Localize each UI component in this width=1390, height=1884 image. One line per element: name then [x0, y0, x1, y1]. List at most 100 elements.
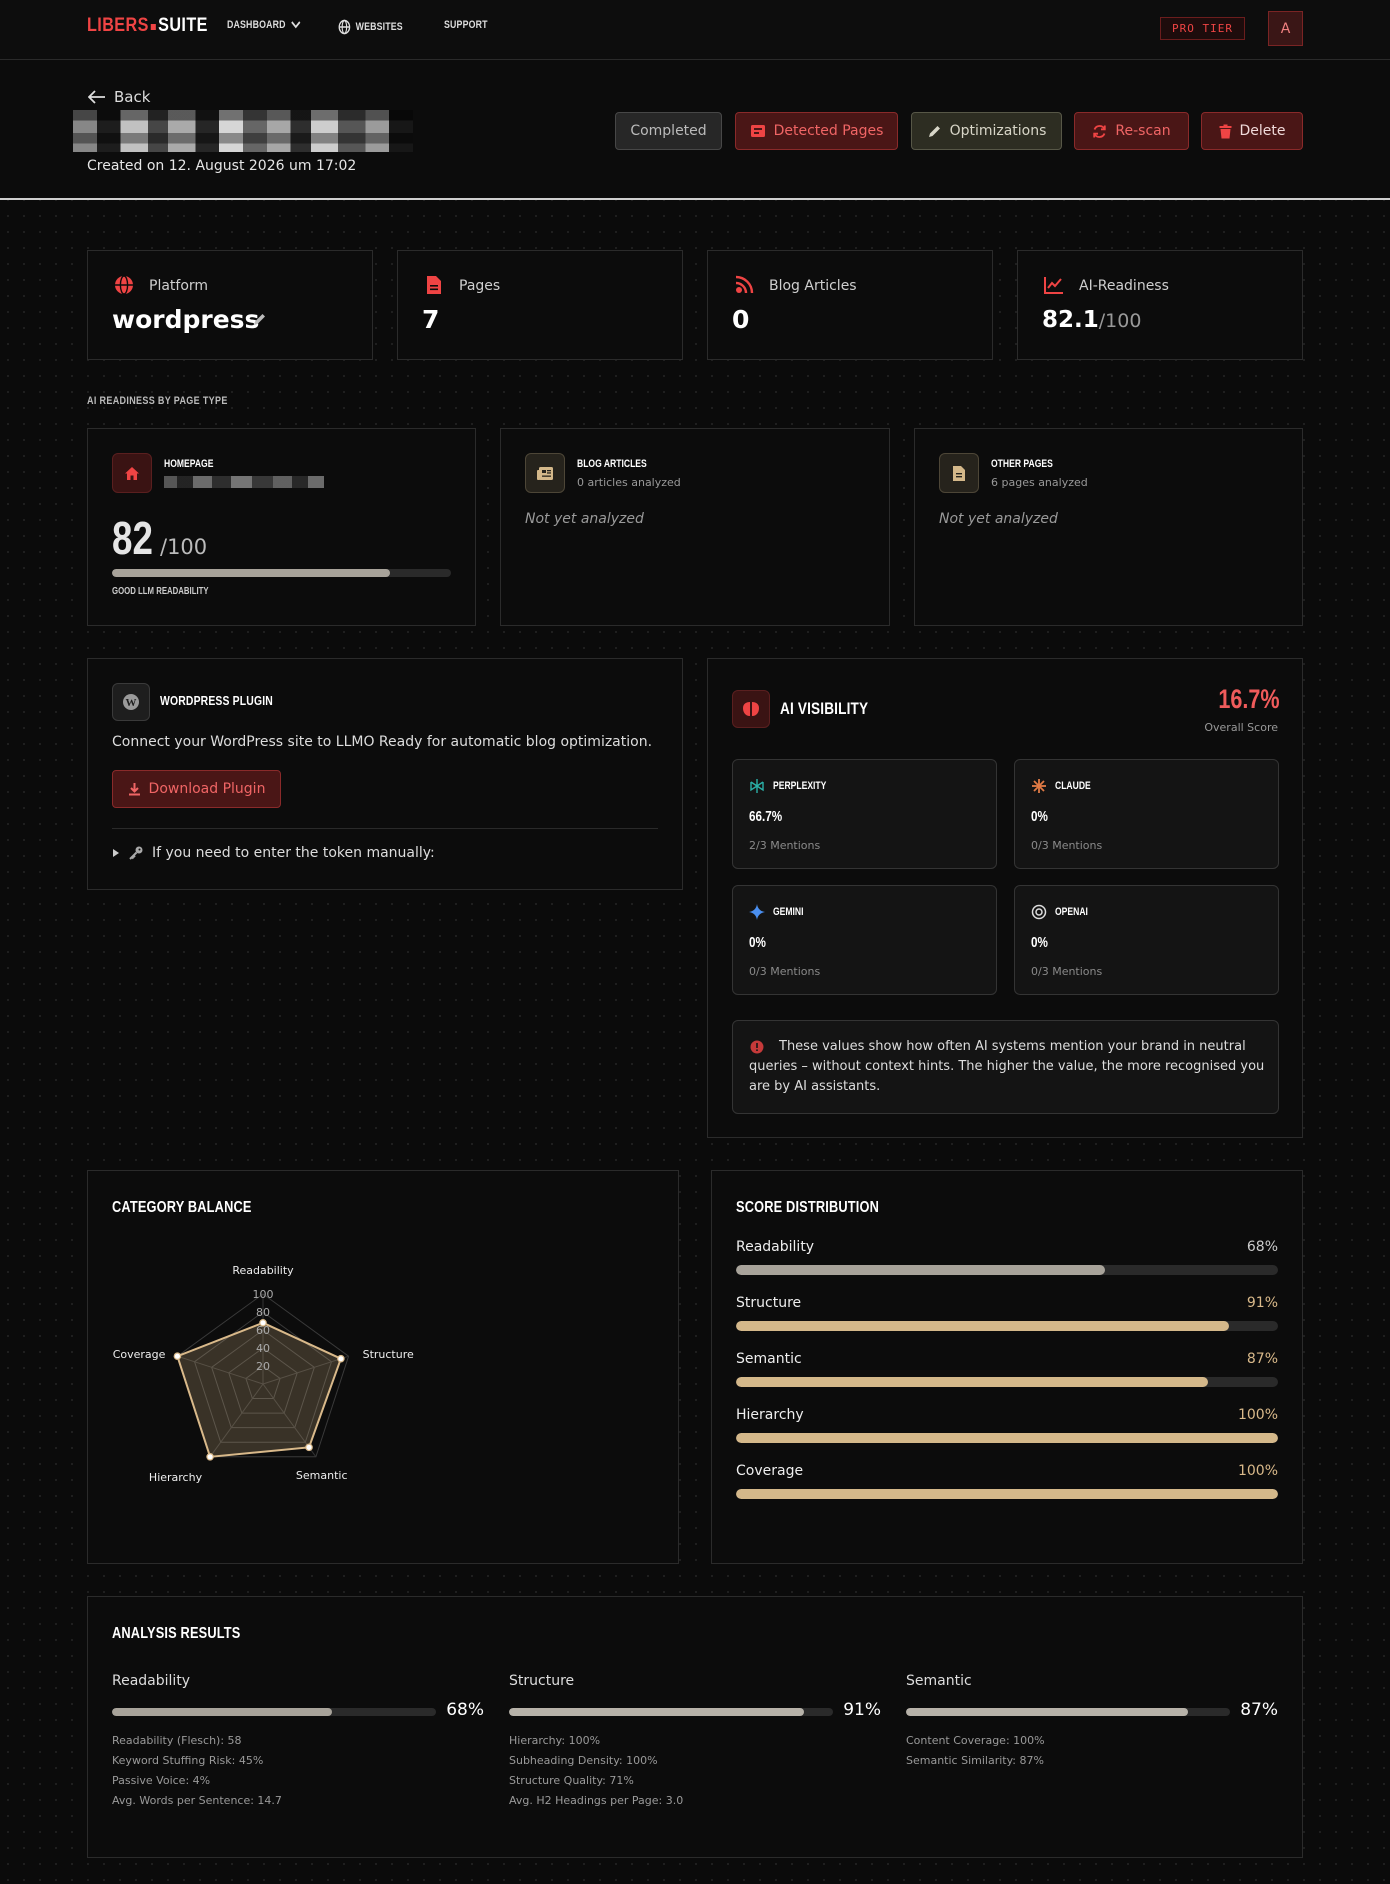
- other-pages-title: OTHER PAGES: [991, 458, 1053, 470]
- nav-websites[interactable]: WEBSITES: [338, 19, 403, 35]
- overall-score-label: Overall Score: [1204, 721, 1278, 734]
- score-row-track: [736, 1321, 1278, 1331]
- other-pages-card[interactable]: OTHER PAGES 6 pages analyzed Not yet ana…: [914, 428, 1303, 626]
- svg-text:W: W: [126, 697, 137, 709]
- openai-name: OPENAI: [1055, 906, 1088, 918]
- score-row-semantic: Semantic 87%: [736, 1351, 1278, 1391]
- nav-websites-label: WEBSITES: [355, 21, 403, 33]
- score-row-label: Structure: [736, 1295, 802, 1311]
- analysis-column-semantic: Semantic 87% Content Coverage: 100% Semanti…: [906, 1673, 1278, 1843]
- claude-card: CLAUDE 0% 0/3 Mentions: [1014, 759, 1279, 869]
- score-row-readability: Readability 68%: [736, 1239, 1278, 1279]
- pages-card: Pages 7: [397, 250, 683, 360]
- gemini-icon: [749, 904, 765, 920]
- optimizations-button[interactable]: Optimizations: [911, 112, 1062, 150]
- other-pages-status: Not yet analyzed: [939, 511, 1058, 527]
- claude-mentions: 0/3 Mentions: [1031, 839, 1103, 852]
- analysis-detail-line: Content Coverage: 100%: [906, 1734, 1045, 1747]
- analysis-detail-line: Semantic Similarity: 87%: [906, 1754, 1044, 1767]
- back-link[interactable]: Back: [88, 88, 150, 106]
- home-icon-box: [112, 453, 152, 493]
- brand-logo[interactable]: LIBERS SUITE: [87, 15, 208, 37]
- homepage-score-suffix: /100: [160, 535, 208, 559]
- analysis-detail-line: Keyword Stuffing Risk: 45%: [112, 1754, 264, 1767]
- logo-text-secondary: SUITE: [158, 15, 208, 36]
- chevron-down-icon: [291, 21, 301, 29]
- delete-button[interactable]: Delete: [1201, 112, 1303, 150]
- blog-articles-value: 0: [732, 305, 750, 334]
- analysis-column-readability: Readability 68% Readability (Flesch): 58 Ke…: [112, 1673, 484, 1843]
- analysis-detail-line: Subheading Density: 100%: [509, 1754, 658, 1767]
- score-row-fill: [736, 1489, 1278, 1499]
- rss-icon: [735, 275, 754, 294]
- delete-label: Delete: [1239, 123, 1286, 139]
- caret-right-icon: [113, 849, 119, 857]
- score-row-track: [736, 1489, 1278, 1499]
- openai-icon: [1031, 904, 1047, 920]
- analysis-detail-line: Avg. H2 Headings per Page: 3.0: [509, 1794, 684, 1807]
- score-row-percentage: 91%: [1246, 1295, 1278, 1311]
- line-chart-icon: [1044, 277, 1063, 294]
- ai-visibility-info-text: These values show how often AI systems m…: [749, 1039, 1265, 1094]
- download-plugin-button[interactable]: Download Plugin: [112, 770, 281, 808]
- analysis-column-label: Structure: [509, 1673, 575, 1689]
- blog-type-status: Not yet analyzed: [525, 511, 644, 527]
- radar-point: [206, 1453, 214, 1461]
- wordpress-plugin-card: W WORDPRESS PLUGIN Connect your WordPres…: [87, 658, 683, 890]
- gemini-mentions: 0/3 Mentions: [749, 965, 821, 978]
- blog-articles-card: Blog Articles 0: [707, 250, 993, 360]
- perplexity-icon: [750, 779, 764, 793]
- analysis-column-fill: [906, 1708, 1188, 1716]
- radar-point: [305, 1443, 313, 1452]
- token-toggle-label: If you need to enter the token manually:: [152, 845, 435, 861]
- score-row-hierarchy: Hierarchy 100%: [736, 1407, 1278, 1447]
- arrow-left-icon: [88, 90, 105, 104]
- analysis-detail-line: Structure Quality: 71%: [509, 1774, 634, 1787]
- brain-icon: [743, 702, 759, 716]
- score-row-fill: [736, 1377, 1208, 1387]
- openai-card: OPENAI 0% 0/3 Mentions: [1014, 885, 1279, 995]
- download-icon: [128, 783, 140, 796]
- user-avatar[interactable]: A: [1268, 11, 1303, 46]
- plugin-divider: [112, 828, 658, 829]
- download-plugin-label: Download Plugin: [148, 781, 266, 797]
- score-row-track: [736, 1433, 1278, 1443]
- analysis-detail-line: Passive Voice: 4%: [112, 1774, 211, 1787]
- completed-status-button[interactable]: Completed: [615, 112, 722, 150]
- blog-articles-type-card[interactable]: BLOG ARTICLES 0 articles analyzed Not ye…: [500, 428, 890, 626]
- ai-readiness-label: AI-Readiness: [1079, 278, 1169, 294]
- score-row-label: Semantic: [736, 1351, 802, 1367]
- perplexity-name: PERPLEXITY: [773, 780, 827, 792]
- score-row-percentage: 100%: [1237, 1407, 1278, 1423]
- rescan-button[interactable]: Re-scan: [1074, 112, 1189, 150]
- homepage-card[interactable]: HOMEPAGE 82 /100 GOOD LLM READABILITY: [87, 428, 476, 626]
- analysis-results-title: ANALYSIS RESULTS: [112, 1625, 241, 1642]
- back-label: Back: [114, 88, 151, 106]
- platform-card: Platform wordpress: [87, 250, 373, 360]
- radar-axis-label: Structure: [363, 1348, 414, 1361]
- claude-percentage: 0%: [1031, 808, 1048, 825]
- token-disclosure-toggle[interactable]: If you need to enter the token manually:: [112, 845, 435, 861]
- edit-pencil-icon[interactable]: [252, 312, 267, 327]
- score-row-track: [736, 1377, 1278, 1387]
- score-row-label: Coverage: [736, 1463, 804, 1479]
- file-icon: [427, 276, 441, 294]
- score-row-percentage: 100%: [1237, 1463, 1278, 1479]
- ai-visibility-info-box: These values show how often AI systems m…: [732, 1020, 1279, 1114]
- optimizations-label: Optimizations: [949, 123, 1047, 139]
- analysis-column-label: Semantic: [906, 1673, 972, 1689]
- radar-tick-label: 40: [256, 1342, 270, 1355]
- detected-pages-button[interactable]: Detected Pages: [735, 112, 898, 150]
- analysis-column-fill: [509, 1708, 804, 1716]
- score-row-fill: [736, 1321, 1230, 1331]
- nav-dashboard[interactable]: DASHBOARD: [227, 19, 302, 31]
- nav-support[interactable]: SUPPORT: [444, 19, 488, 31]
- radar-tick-label: 60: [256, 1324, 270, 1337]
- radar-axis-label: Hierarchy: [149, 1471, 203, 1484]
- platform-value: wordpress: [112, 305, 260, 334]
- completed-label: Completed: [630, 123, 707, 139]
- ai-readiness-card: AI-Readiness 82.1 /100: [1017, 250, 1303, 360]
- pro-tier-badge: PRO TIER: [1160, 17, 1245, 40]
- perplexity-percentage: 66.7%: [749, 808, 783, 825]
- homepage-title: HOMEPAGE: [164, 458, 214, 470]
